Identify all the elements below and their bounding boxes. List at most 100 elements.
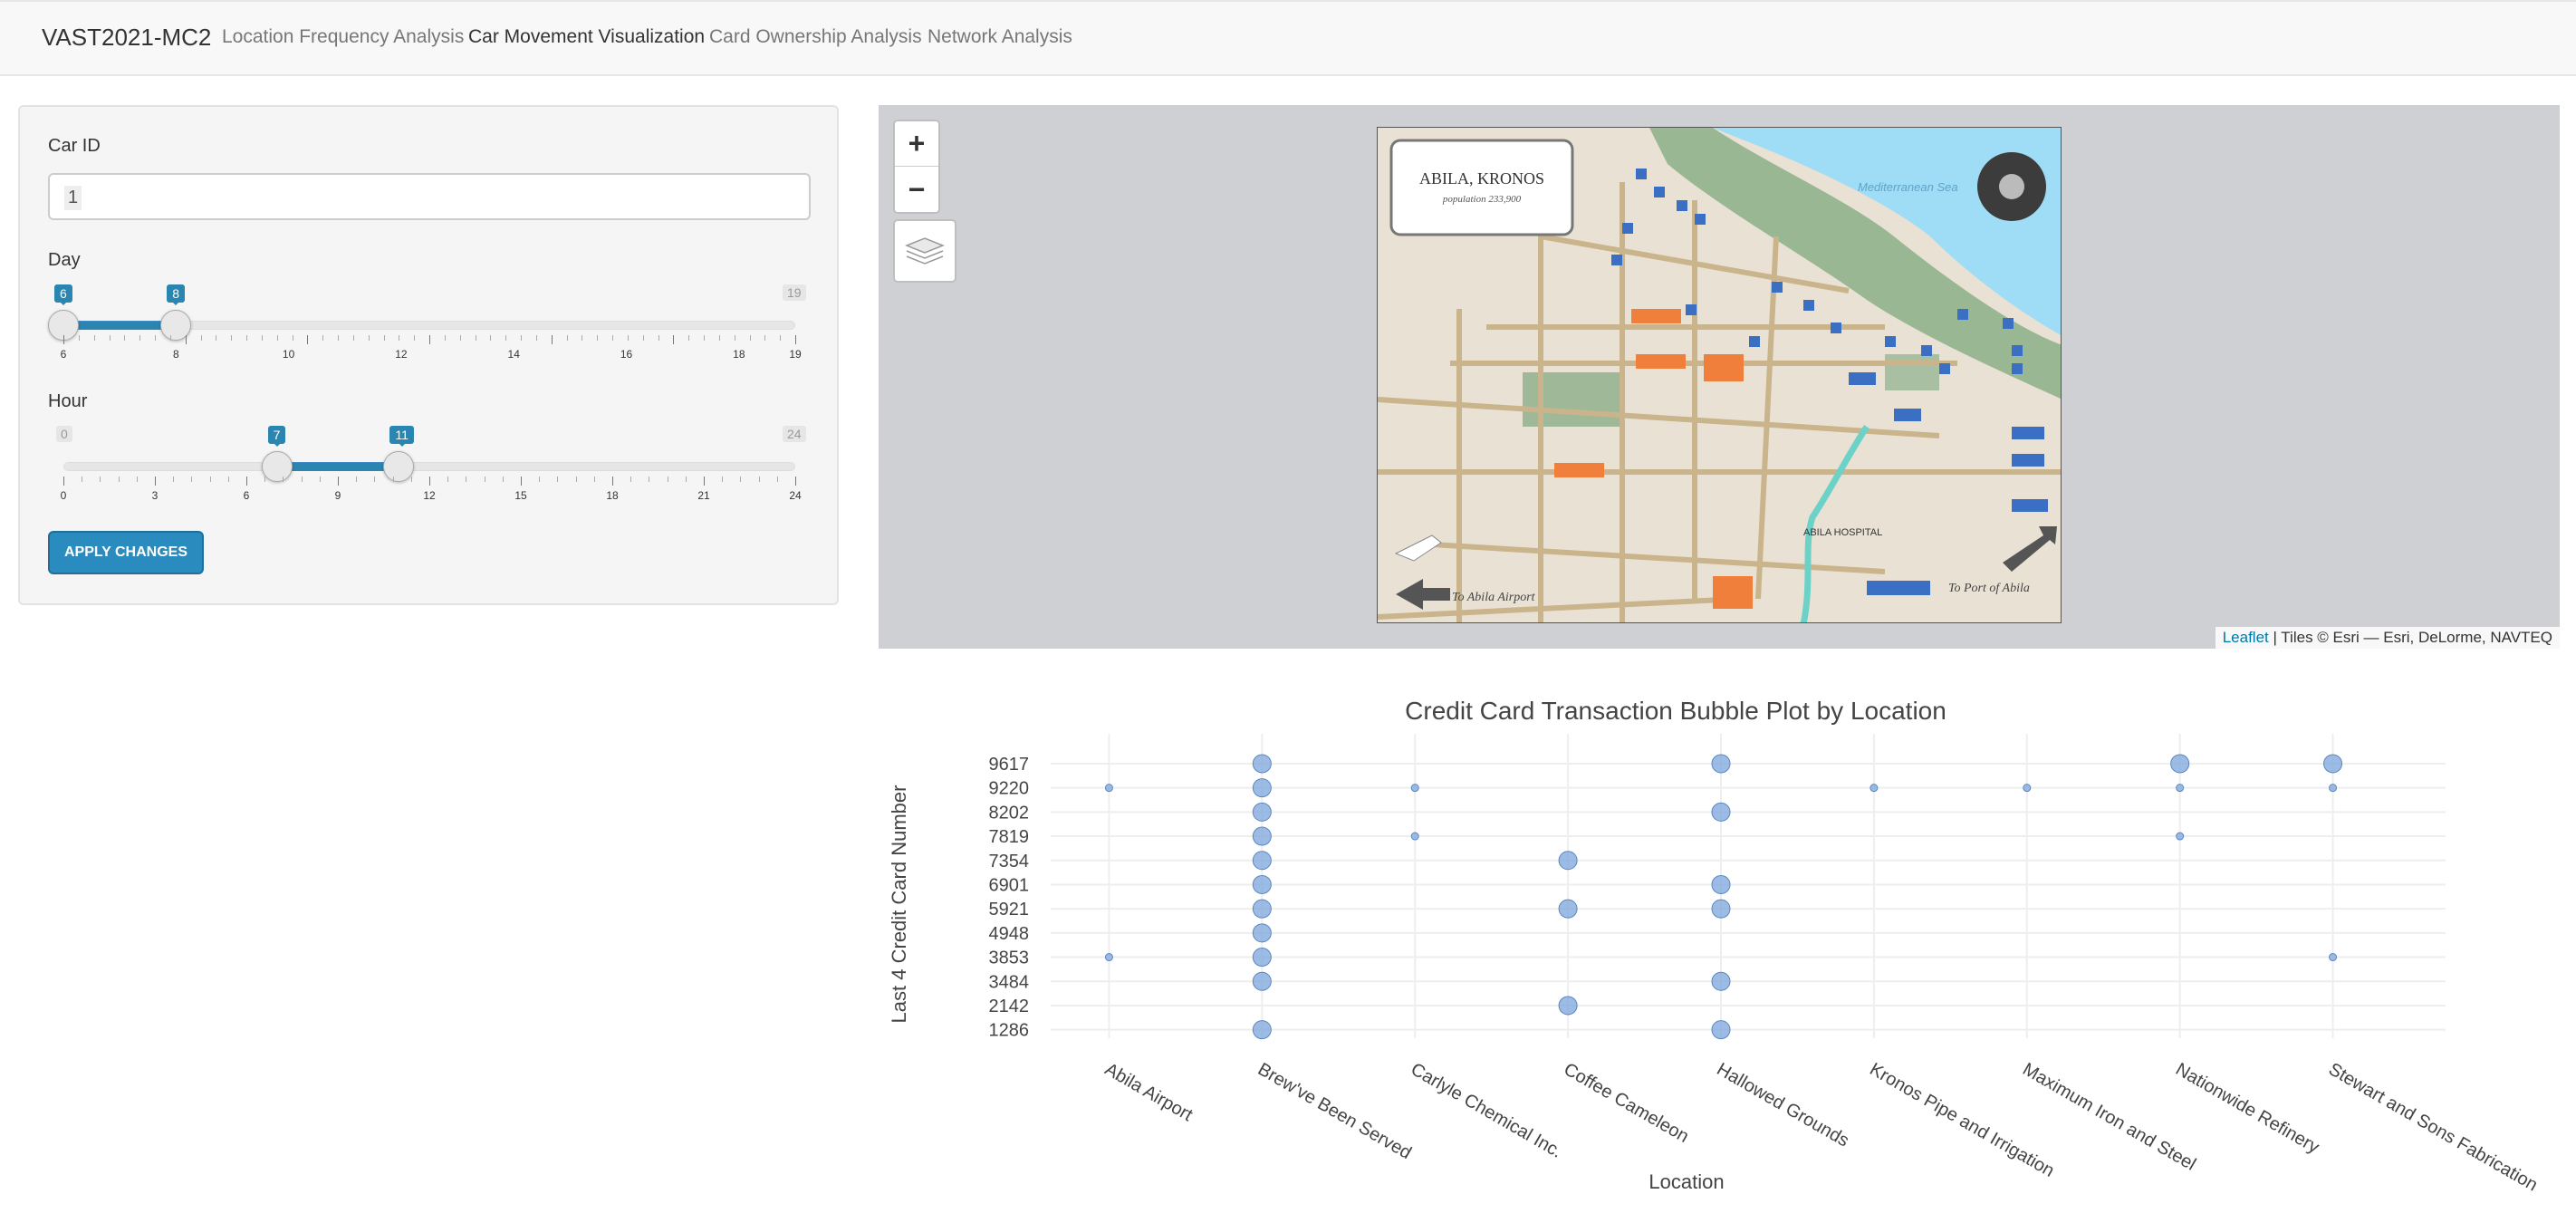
map-airport-label: To Abila Airport [1452, 591, 1536, 604]
bubble-point [1252, 923, 1272, 943]
hour-slider-tick [758, 477, 760, 482]
day-range-slider[interactable]: 6196868101214161819 [20, 284, 841, 361]
hour-slider-tick-label: 3 [151, 489, 159, 502]
day-slider-tick-label: 18 [733, 348, 745, 361]
hour-slider-selected-range[interactable] [276, 462, 399, 471]
day-slider-tick [535, 335, 537, 341]
hour-slider-track[interactable] [63, 462, 795, 471]
hour-slider-tick-label: 12 [423, 489, 436, 502]
hour-slider-tick-label: 0 [60, 489, 67, 502]
hour-slider-tick [283, 477, 284, 482]
day-slider-selected-range[interactable] [63, 321, 177, 330]
hour-slider-tick [429, 477, 430, 486]
day-slider-tick [505, 335, 507, 341]
day-slider-tick [276, 335, 278, 341]
map-port-label: To Port of Abila [1948, 582, 2030, 595]
day-slider-tick [444, 335, 446, 341]
day-slider-to-handle[interactable] [160, 310, 192, 341]
bubble-point [1104, 953, 1113, 962]
y-tick-label: 9617 [989, 755, 1030, 775]
day-slider-tick [749, 335, 751, 341]
day-slider-tick [718, 335, 720, 341]
tab-network-analysis[interactable]: Network Analysis [928, 26, 1072, 48]
bubble-point [1252, 899, 1272, 919]
leaflet-link[interactable]: Leaflet [2223, 629, 2269, 646]
hour-slider-from-label: 7 [267, 426, 286, 447]
hour-slider-tick [155, 477, 156, 486]
day-slider-tick-label: 8 [172, 348, 179, 361]
day-slider-tick-label: 6 [60, 348, 67, 361]
day-label: Day [48, 250, 81, 270]
x-tick-label: Abila Airport [1101, 1059, 1197, 1125]
attribution-text: | Tiles © Esri — Esri, DeLorme, NAVTEQ [2268, 629, 2552, 646]
day-slider-tick [155, 335, 156, 341]
zoom-in-button[interactable]: + [895, 121, 938, 167]
x-tick-label: Stewart and Sons Fabrication [2325, 1059, 2541, 1195]
day-slider-tick [124, 335, 126, 341]
hour-slider-to-label: 11 [389, 426, 414, 447]
day-slider-tick [63, 335, 64, 344]
hour-slider-tick [447, 477, 449, 482]
map-title-plaque [1389, 139, 1574, 236]
bubble-point [1104, 784, 1113, 793]
day-slider-tick [459, 335, 461, 341]
x-tick-label: Carlyle Chemical Inc. [1408, 1059, 1566, 1162]
day-slider-tick [490, 335, 492, 341]
app-brand[interactable]: VAST2021-MC2 [42, 24, 211, 52]
day-slider-tick [429, 335, 430, 344]
day-slider-tick [627, 335, 629, 341]
tab-car-movement-visualization[interactable]: Car Movement Visualization [468, 26, 705, 48]
bubble-point [2176, 832, 2185, 841]
day-slider-tick [597, 335, 599, 341]
car-id-input[interactable]: 1 [48, 173, 811, 220]
bubble-point [2329, 784, 2338, 793]
day-slider-tick [322, 335, 324, 341]
map-park-east [1885, 354, 1939, 390]
hour-slider-tick [685, 477, 687, 482]
hour-slider-tick [356, 477, 358, 482]
bubble-point [1252, 826, 1272, 846]
hour-slider-tick [319, 477, 321, 482]
bubble-point [1711, 754, 1731, 774]
y-tick-label: 8202 [989, 803, 1030, 823]
layers-control-button[interactable] [893, 219, 956, 283]
zoom-out-button[interactable]: − [895, 167, 938, 212]
tab-card-ownership-analysis[interactable]: Card Ownership Analysis [709, 26, 922, 48]
hour-slider-tick [502, 477, 504, 482]
layers-icon [905, 237, 945, 265]
leaflet-map[interactable]: ABILA, KRONOS population 233,900 Mediter… [879, 105, 2560, 649]
bubble-point [1252, 778, 1272, 798]
hour-slider-max-label: 24 [783, 426, 806, 442]
apply-changes-button[interactable]: APPLY CHANGES [48, 531, 204, 574]
x-tick-label: Hallowed Grounds [1714, 1059, 1852, 1151]
hour-slider-tick [575, 477, 577, 482]
tab-location-frequency-analysis[interactable]: Location Frequency Analysis [222, 26, 464, 48]
bubble-plot[interactable]: Credit Card Transaction Bubble Plot by L… [879, 678, 2560, 1223]
hour-slider-to-handle[interactable] [383, 451, 415, 482]
day-slider-tick [795, 335, 796, 344]
day-slider-tick [521, 335, 522, 341]
day-slider-tick [109, 335, 111, 341]
abila-tourist-map-tile[interactable]: ABILA, KRONOS population 233,900 Mediter… [1377, 127, 2062, 623]
hour-range-slider[interactable]: 0 24 7 11 0 3 6 9 12 15 18 21 24 [20, 426, 841, 502]
tourist-map-illustration: ABILA, KRONOS population 233,900 Mediter… [1378, 128, 2061, 622]
hour-slider-tick [776, 477, 778, 482]
hour-slider-tick-label: 18 [606, 489, 619, 502]
day-slider-tick [414, 335, 416, 341]
day-slider-tick [551, 335, 553, 344]
y-tick-label: 3853 [989, 949, 1030, 968]
hour-slider-tick [630, 477, 632, 482]
hour-slider-from-handle[interactable] [261, 451, 293, 482]
bubble-point [1252, 874, 1272, 894]
hour-slider-tick [191, 477, 193, 482]
day-slider-tick [764, 335, 766, 341]
hour-slider-tick [539, 477, 541, 482]
hour-slider-tick [100, 477, 101, 482]
y-tick-label: 4948 [989, 924, 1030, 944]
day-slider-tick [383, 335, 385, 341]
bubble-point [1252, 802, 1272, 822]
hour-slider-tick-label: 15 [514, 489, 527, 502]
hour-slider-min-label: 0 [56, 426, 72, 442]
hour-slider-tick [557, 477, 559, 482]
map-attribution: Leaflet | Tiles © Esri — Esri, DeLorme, … [2215, 627, 2560, 649]
